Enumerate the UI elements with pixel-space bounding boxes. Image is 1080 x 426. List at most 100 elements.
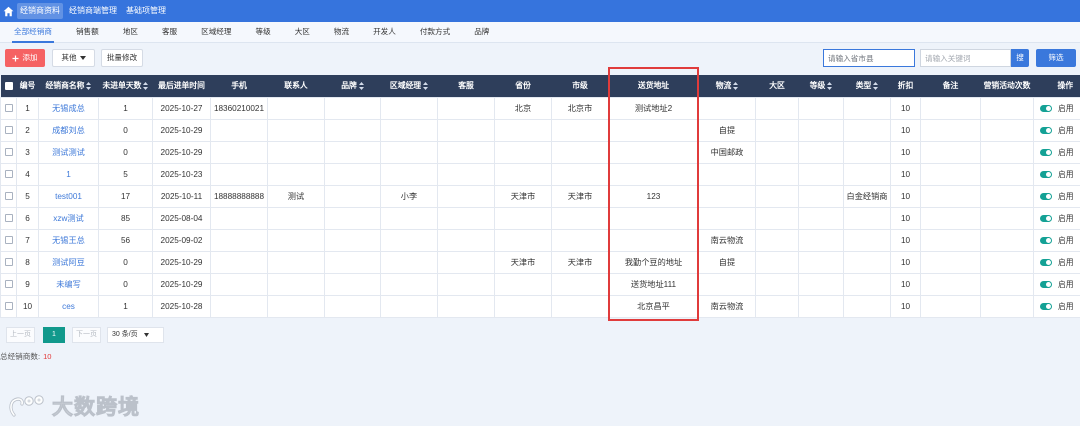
cell-province xyxy=(494,162,552,186)
row-checkbox[interactable] xyxy=(4,302,13,311)
tab-area-manager[interactable]: 区域经理 xyxy=(201,22,231,42)
tab-payment-method[interactable]: 付款方式 xyxy=(420,22,450,42)
page-size-select[interactable]: 30 条/页 xyxy=(107,327,164,343)
column-header-brand[interactable]: 品牌 xyxy=(324,75,381,97)
status-toggle[interactable] xyxy=(1040,236,1052,244)
region-search-input[interactable] xyxy=(823,49,915,67)
column-header-label: 区域经理 xyxy=(389,81,422,91)
sort-icon[interactable] xyxy=(873,82,879,91)
page-number-button[interactable]: 1 xyxy=(43,327,65,343)
cell-last-order: 2025-10-23 xyxy=(152,162,211,186)
cell-province xyxy=(494,118,552,142)
status-toggle[interactable] xyxy=(1040,104,1052,112)
row-checkbox[interactable] xyxy=(4,104,13,113)
tab-area[interactable]: 地区 xyxy=(123,22,138,42)
cell-type: 白金经销商 xyxy=(843,184,891,208)
search-button[interactable]: 搜 xyxy=(1011,49,1029,67)
column-header-manager[interactable]: 区域经理 xyxy=(380,75,438,97)
row-select-cell xyxy=(0,162,17,186)
dealer-name-link[interactable]: 测试测试 xyxy=(52,148,85,157)
add-button[interactable]: 添加 xyxy=(5,49,45,67)
sort-icon[interactable] xyxy=(358,82,364,91)
dealer-name-link[interactable]: 测试阿豆 xyxy=(52,258,85,267)
row-checkbox[interactable] xyxy=(4,214,13,223)
cell-phone xyxy=(210,250,268,274)
cell-campaigns xyxy=(980,184,1034,208)
cell-name: 测试测试 xyxy=(38,140,99,164)
tab-brand[interactable]: 品牌 xyxy=(474,22,489,42)
next-page-button[interactable]: 下一页 xyxy=(72,327,101,343)
keyword-search-input[interactable] xyxy=(920,49,1011,67)
cell-last-order: 2025-10-29 xyxy=(152,118,211,142)
cell-name: 测试阿豆 xyxy=(38,250,99,274)
sort-icon[interactable] xyxy=(86,82,92,91)
cell-contact xyxy=(267,228,325,252)
topnav-dealer-portal[interactable]: 经销商端管理 xyxy=(66,3,120,19)
column-header-label: 操作 xyxy=(1057,81,1074,91)
dealer-name-link[interactable]: ces xyxy=(62,302,75,311)
column-header-type[interactable]: 类型 xyxy=(843,75,891,97)
cell-discount: 10 xyxy=(890,272,921,296)
column-header-days[interactable]: 未进单天数 xyxy=(98,75,153,97)
cell-days: 56 xyxy=(98,228,153,252)
column-header-label: 客服 xyxy=(458,81,474,91)
status-toggle[interactable] xyxy=(1040,214,1052,222)
cell-province xyxy=(494,206,552,230)
sort-icon[interactable] xyxy=(143,82,149,91)
row-checkbox[interactable] xyxy=(4,170,13,179)
other-dropdown[interactable]: 其他 xyxy=(52,49,95,67)
tab-sales[interactable]: 销售额 xyxy=(76,22,99,42)
row-checkbox[interactable] xyxy=(4,258,13,267)
status-toggle[interactable] xyxy=(1040,148,1052,156)
cell-province xyxy=(494,228,552,252)
row-checkbox[interactable] xyxy=(4,126,13,135)
row-checkbox[interactable] xyxy=(4,148,13,157)
status-toggle[interactable] xyxy=(1040,126,1052,134)
cell-region xyxy=(755,162,799,186)
cell-brand xyxy=(324,272,381,296)
tab-customer-service[interactable]: 客服 xyxy=(162,22,177,42)
topnav-dealer-profile[interactable]: 经销商资料 xyxy=(17,3,63,19)
dealer-name-link[interactable]: test001 xyxy=(55,192,82,201)
status-toggle[interactable] xyxy=(1040,258,1052,266)
dealer-name-link[interactable]: 无锡王总 xyxy=(52,236,85,245)
cell-type xyxy=(843,250,891,274)
row-checkbox[interactable] xyxy=(4,192,13,201)
dealer-name-link[interactable]: 1 xyxy=(66,170,71,179)
cell-level xyxy=(798,162,844,186)
status-toggle[interactable] xyxy=(1040,280,1052,288)
cell-actions: 启用 xyxy=(1033,184,1080,208)
toolbar: 添加 其他 批量修改 搜 筛选 xyxy=(0,49,1080,67)
dealer-name-link[interactable]: 无锡成总 xyxy=(52,104,85,113)
dealer-name-link[interactable]: 成都刘总 xyxy=(52,126,85,135)
cell-name: 成都刘总 xyxy=(38,118,99,142)
status-toggle[interactable] xyxy=(1040,192,1052,200)
dealer-name-link[interactable]: 未编写 xyxy=(56,280,81,289)
row-checkbox[interactable] xyxy=(4,280,13,289)
cell-id: 10 xyxy=(16,294,39,318)
column-header-name[interactable]: 经销商名称 xyxy=(38,75,99,97)
batch-edit-button[interactable]: 批量修改 xyxy=(101,49,143,67)
status-toggle[interactable] xyxy=(1040,170,1052,178)
select-all-checkbox[interactable] xyxy=(4,82,13,91)
home-icon[interactable] xyxy=(0,0,17,22)
dealer-name-link[interactable]: xzw测试 xyxy=(53,214,83,223)
sort-icon[interactable] xyxy=(733,82,739,91)
tab-level[interactable]: 等级 xyxy=(256,22,271,42)
status-toggle[interactable] xyxy=(1040,302,1052,310)
row-checkbox[interactable] xyxy=(4,236,13,245)
tab-region[interactable]: 大区 xyxy=(295,22,310,42)
tab-all-dealers[interactable]: 全部经销商 xyxy=(12,22,54,43)
status-label: 启用 xyxy=(1058,257,1074,267)
sort-icon[interactable] xyxy=(423,82,429,91)
column-header-logistics[interactable]: 物流 xyxy=(698,75,756,97)
topnav-basic-settings[interactable]: 基础项管理 xyxy=(123,3,169,19)
column-header-level[interactable]: 等级 xyxy=(798,75,844,97)
tab-developer[interactable]: 开发人 xyxy=(373,22,396,42)
cell-contact xyxy=(267,118,325,142)
tab-logistics[interactable]: 物流 xyxy=(334,22,349,42)
prev-page-button[interactable]: 上一页 xyxy=(6,327,35,343)
filter-button[interactable]: 筛选 xyxy=(1036,49,1076,67)
row-select-cell xyxy=(0,228,17,252)
sort-icon[interactable] xyxy=(827,82,833,91)
